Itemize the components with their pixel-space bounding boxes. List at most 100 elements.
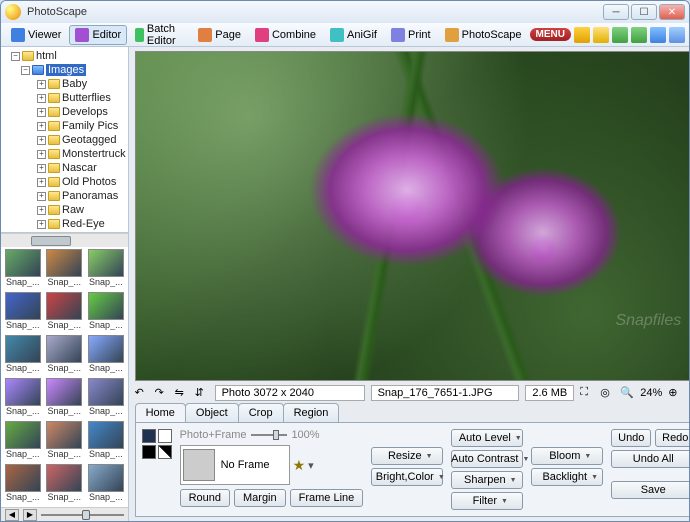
frame-dropdown-icon[interactable]: ▾ (308, 459, 314, 472)
brightcolor-button[interactable]: Bright,Color▼ (371, 468, 443, 486)
tree-node[interactable]: +Panoramas (3, 189, 126, 203)
tree-node[interactable]: +Butterflies (3, 91, 126, 105)
tree-node[interactable]: −Images (3, 63, 126, 77)
tree-node[interactable]: +Old Photos (3, 175, 126, 189)
star2-icon[interactable] (593, 27, 609, 43)
thumb-item[interactable]: Snap_... (3, 421, 43, 462)
thumb-item[interactable]: Snap_... (45, 378, 85, 419)
nav-next-icon[interactable] (631, 27, 647, 43)
favorite-icon[interactable]: ★ (293, 457, 306, 474)
menu-badge[interactable]: MENU (530, 28, 571, 41)
close-button[interactable]: ✕ (659, 4, 685, 20)
thumb-item[interactable]: Snap_... (3, 335, 43, 376)
window-title: PhotoScape (27, 6, 603, 18)
frameline-button[interactable]: Frame Line (290, 489, 364, 507)
swatch-diag[interactable] (158, 445, 172, 459)
swatch-navy[interactable] (142, 429, 156, 443)
round-button[interactable]: Round (180, 489, 230, 507)
rotate-left-icon[interactable]: ↶ (135, 386, 149, 400)
save-button[interactable]: Save (611, 481, 689, 499)
tree-node[interactable]: +Red-Eye (3, 217, 126, 231)
tree-hscroll[interactable] (1, 233, 128, 247)
tree-node[interactable]: +Geotagged (3, 133, 126, 147)
thumb-item[interactable]: Snap_... (45, 335, 85, 376)
editor-tab-object[interactable]: Object (185, 403, 239, 422)
sharpen-button[interactable]: Sharpen▼ (451, 471, 523, 489)
tab-combine[interactable]: Combine (249, 25, 322, 45)
thumb-item[interactable]: Snap_... (86, 378, 126, 419)
thumb-item[interactable]: Snap_... (3, 378, 43, 419)
zoom-in-icon[interactable]: ⊕ (668, 386, 682, 400)
zoom-out-icon[interactable]: ⊖ (688, 386, 689, 400)
tree-node[interactable]: +resized (3, 231, 126, 233)
margin-button[interactable]: Margin (234, 489, 286, 507)
thumb-item[interactable]: Snap_... (3, 292, 43, 333)
thumb-item[interactable]: Snap_... (45, 292, 85, 333)
editor-tab-region[interactable]: Region (283, 403, 340, 422)
flip-v-icon[interactable]: ⇵ (195, 386, 209, 400)
tab-editor[interactable]: Editor (69, 25, 127, 45)
thumb-controls: ◀ ▶ (1, 507, 128, 521)
resize-button[interactable]: Resize▼ (371, 447, 443, 465)
nav-prev-icon[interactable] (612, 27, 628, 43)
effect-column: Bloom▼ Backlight▼ (531, 447, 603, 510)
thumb-item[interactable]: Snap_... (45, 464, 85, 505)
editor-tab-home[interactable]: Home (135, 403, 186, 422)
maximize-button[interactable]: ☐ (631, 4, 657, 20)
minimize-button[interactable]: ─ (603, 4, 629, 20)
thumb-item[interactable]: Snap_... (45, 249, 85, 290)
thumb-item[interactable]: Snap_... (86, 464, 126, 505)
rotate-right-icon[interactable]: ↷ (155, 386, 169, 400)
thumb-item[interactable]: Snap_... (86, 421, 126, 462)
star-icon[interactable] (574, 27, 590, 43)
tab-page[interactable]: Page (192, 25, 247, 45)
folder-tree[interactable]: −html−Images+Baby+Butterflies+Develops+F… (1, 47, 128, 233)
filter-button[interactable]: Filter▼ (451, 492, 523, 510)
frame-selector[interactable]: No Frame (180, 445, 290, 485)
help-icon[interactable] (669, 27, 685, 43)
tab-anigif[interactable]: AniGif (324, 25, 383, 45)
undoall-button[interactable]: Undo All (611, 450, 689, 468)
tab-batch-editor[interactable]: Batch Editor (129, 20, 190, 50)
swatch-white[interactable] (158, 429, 172, 443)
backlight-button[interactable]: Backlight▼ (531, 468, 603, 486)
main-toolbar: ViewerEditorBatch EditorPageCombineAniGi… (1, 23, 689, 47)
swatch-black[interactable] (142, 445, 156, 459)
thumb-item[interactable]: Snap_... (3, 249, 43, 290)
autolevel-button[interactable]: Auto Level▼ (451, 429, 523, 447)
actual-size-icon[interactable]: ◎ (600, 386, 614, 400)
thumb-item[interactable]: Snap_... (45, 421, 85, 462)
tree-node[interactable]: +Baby (3, 77, 126, 91)
tree-node[interactable]: +Nascar (3, 161, 126, 175)
tree-node[interactable]: +Raw (3, 203, 126, 217)
fit-icon[interactable]: ⛶ (580, 386, 594, 400)
bloom-button[interactable]: Bloom▼ (531, 447, 603, 465)
opacity-slider[interactable]: Photo+Frame 100% (180, 429, 320, 441)
app-window: PhotoScape ─ ☐ ✕ ViewerEditorBatch Edito… (0, 0, 690, 522)
thumb-item[interactable]: Snap_... (3, 464, 43, 505)
autocontrast-button[interactable]: Auto Contrast▼ (451, 450, 523, 468)
image-canvas[interactable]: Snapfiles (135, 51, 689, 381)
tree-node[interactable]: +Develops (3, 105, 126, 119)
thumb-item[interactable]: Snap_... (86, 249, 126, 290)
thumb-item[interactable]: Snap_... (86, 335, 126, 376)
exif-icon[interactable] (650, 27, 666, 43)
editor-tab-crop[interactable]: Crop (238, 403, 284, 422)
tree-node[interactable]: +Monstertruck (3, 147, 126, 161)
thumbnail-grid[interactable]: Snap_...Snap_...Snap_...Snap_...Snap_...… (1, 247, 128, 507)
redo-button[interactable]: Redo (655, 429, 689, 447)
tree-node[interactable]: −html (3, 49, 126, 63)
tab-icon (11, 28, 25, 42)
next-page-button[interactable]: ▶ (23, 509, 37, 521)
prev-page-button[interactable]: ◀ (5, 509, 19, 521)
tab-photoscape[interactable]: PhotoScape (439, 25, 528, 45)
tab-print[interactable]: Print (385, 25, 437, 45)
zoom-value: 24% (640, 387, 662, 399)
thumb-size-slider[interactable] (41, 514, 124, 516)
tab-viewer[interactable]: Viewer (5, 25, 67, 45)
undo-button[interactable]: Undo (611, 429, 651, 447)
tree-node[interactable]: +Family Pics (3, 119, 126, 133)
flip-h-icon[interactable]: ⇋ (175, 386, 189, 400)
thumb-item[interactable]: Snap_... (86, 292, 126, 333)
zoom-tool-icon[interactable]: 🔍 (620, 386, 634, 400)
